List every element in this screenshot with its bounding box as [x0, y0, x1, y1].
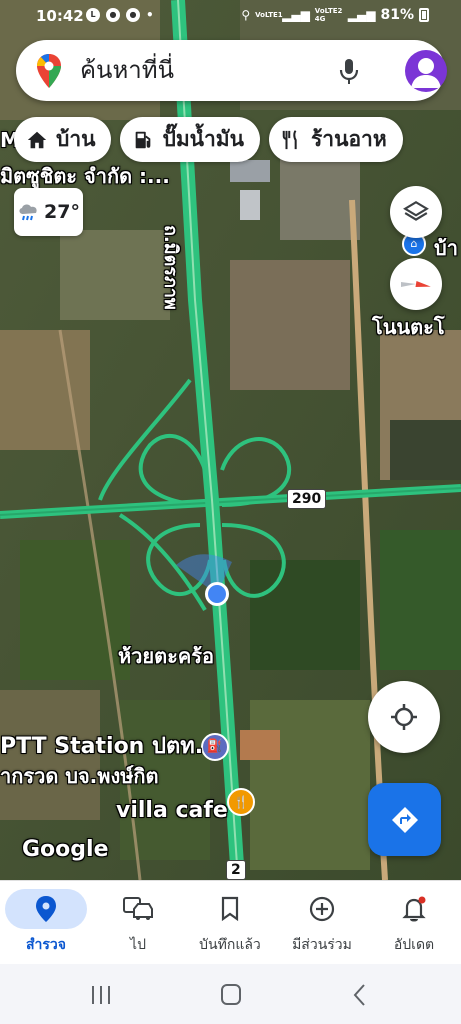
chip-home-label: บ้าน: [56, 127, 96, 151]
chrome-icon-2: ●: [126, 8, 140, 22]
line-app-icon: L: [86, 8, 100, 22]
category-chips: บ้าน ปั๊มน้ำมัน ร้านอาห: [14, 117, 403, 162]
search-bar[interactable]: [16, 40, 447, 101]
map-label-village-right[interactable]: โนนตะโ: [372, 311, 445, 343]
layers-icon: [403, 200, 429, 221]
directions-button[interactable]: [368, 783, 441, 856]
battery-icon: [419, 8, 429, 22]
status-time: 10:42: [36, 7, 84, 25]
google-maps-pin-icon: [37, 54, 61, 88]
signal-2-icon: ▂▄▆: [347, 8, 376, 22]
location-status-icon: ⚲: [241, 8, 251, 22]
map-label-villa-cafe[interactable]: villa cafe: [116, 798, 228, 823]
nav-contribute-label: มีส่วนร่วม: [292, 937, 352, 953]
more-notifications-icon: •: [146, 8, 154, 22]
commute-icon: [123, 897, 153, 920]
my-location-dot-icon: [205, 582, 229, 606]
road-shield-2: 2: [226, 860, 246, 880]
home-icon: [27, 131, 47, 148]
battery-percent: 81%: [380, 7, 414, 23]
home-button-icon[interactable]: [216, 982, 246, 1008]
nav-go[interactable]: ไป: [92, 881, 184, 965]
chip-restaurant[interactable]: ร้านอาห: [269, 117, 403, 162]
bottom-navigation: สำรวจ ไป บันทึกแล้ว มีส่วนร่วม อัปเดต: [0, 880, 461, 964]
add-circle-icon: [309, 896, 335, 922]
my-location-button[interactable]: [368, 681, 440, 753]
road-shield-290: 290: [287, 489, 327, 509]
bell-icon: [402, 896, 426, 922]
compass-icon: [401, 281, 431, 287]
system-navigation-bar: [0, 964, 461, 1024]
weather-temperature: 27°: [44, 201, 80, 223]
rain-cloud-icon: [19, 204, 37, 221]
account-avatar[interactable]: [405, 50, 447, 92]
chip-gas[interactable]: ปั๊มน้ำมัน: [120, 117, 261, 162]
restaurant-icon: [282, 129, 297, 149]
microphone-icon[interactable]: [336, 57, 362, 85]
nav-saved-label: บันทึกแล้ว: [199, 937, 261, 953]
gas-station-pin-icon[interactable]: ⛽: [206, 738, 224, 756]
chrome-icon: ●: [106, 8, 120, 22]
chip-restaurant-label: ร้านอาห: [311, 127, 387, 151]
nav-updates-label: อัปเดต: [393, 937, 435, 953]
home-pin-icon[interactable]: ⌂: [406, 236, 422, 252]
crosshair-icon: [391, 704, 417, 730]
explore-pin-icon: [36, 896, 56, 922]
nav-saved[interactable]: บันทึกแล้ว: [184, 881, 276, 965]
back-icon[interactable]: [345, 982, 375, 1008]
nav-explore-label: สำรวจ: [26, 937, 66, 953]
nav-contribute[interactable]: มีส่วนร่วม: [276, 881, 368, 965]
person-icon: [411, 58, 441, 88]
compass-button[interactable]: [390, 258, 442, 310]
status-bar: 10:42 L ● ● • ⚲ VoLTE1 ▂▄▆ VoLTE2 4G ▂▄▆…: [0, 0, 461, 34]
google-logo: Google: [22, 837, 109, 862]
weather-badge[interactable]: 27°: [14, 188, 83, 236]
recent-apps-icon[interactable]: [86, 982, 116, 1008]
map-label-place-right[interactable]: บ้า: [434, 232, 458, 264]
nav-explore[interactable]: สำรวจ: [0, 881, 92, 965]
map-label-ptt-sub[interactable]: ากรวด บจ.พงษ์กิต: [0, 760, 159, 792]
map-label-ptt-station[interactable]: PTT Station ปตท.: [0, 728, 203, 763]
search-input[interactable]: [80, 52, 330, 88]
carrier-1: VoLTE1: [255, 11, 283, 19]
layers-button[interactable]: [390, 186, 442, 238]
map-label-road-name: ถ.มิตรภาพ: [160, 225, 181, 310]
nav-go-label: ไป: [130, 937, 146, 953]
chip-gas-label: ปั๊มน้ำมัน: [162, 127, 245, 151]
gas-station-icon: [136, 131, 151, 148]
directions-icon: [391, 806, 418, 833]
carrier-2: VoLTE2 4G: [314, 7, 343, 23]
signal-1-icon: ▂▄▆: [282, 8, 310, 22]
nav-updates[interactable]: อัปเดต: [368, 881, 460, 965]
bookmark-icon: [221, 896, 239, 922]
restaurant-pin-icon[interactable]: 🍴: [232, 793, 250, 811]
map-label-village-center[interactable]: ห้วยตะคร้อ: [118, 640, 214, 672]
chip-home[interactable]: บ้าน: [14, 117, 112, 162]
